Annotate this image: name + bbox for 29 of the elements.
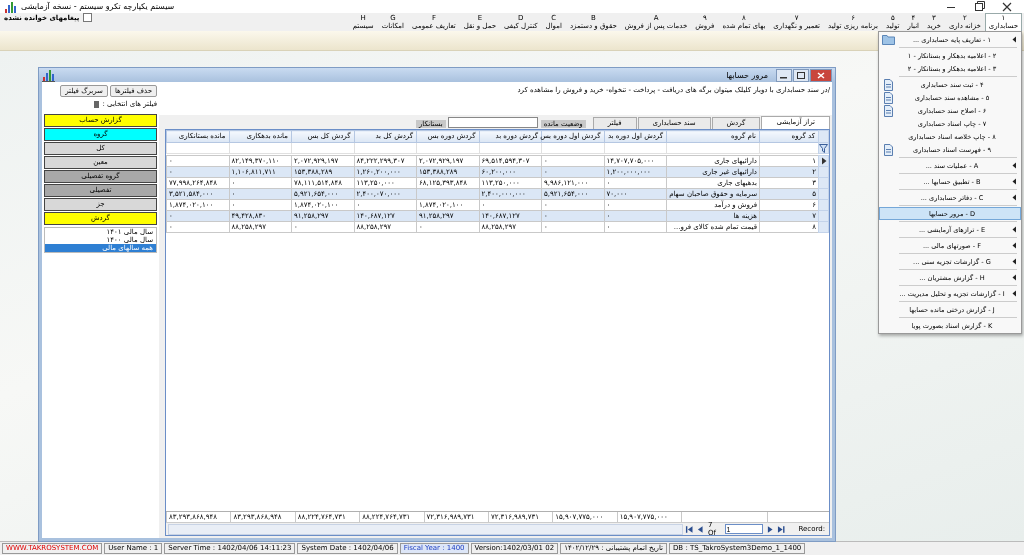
maximize-icon[interactable]: [793, 68, 809, 82]
filter-field[interactable]: [416, 142, 479, 154]
scrollbar[interactable]: [168, 523, 683, 535]
table-cell: [416, 188, 479, 200]
filter-indicator: [94, 100, 100, 108]
app-icon: [42, 68, 55, 82]
filter-icon[interactable]: [819, 143, 828, 153]
filter-field[interactable]: [291, 142, 354, 154]
app-title: سیستم یکپارچه تکرو سیستم - نسخه آزمایشی: [21, 2, 175, 11]
app-icon: [4, 0, 17, 14]
balance-status-field[interactable]: [447, 117, 538, 128]
restore-icon[interactable]: [972, 0, 986, 13]
minimize-icon[interactable]: [776, 68, 792, 82]
filter-field[interactable]: [541, 142, 604, 154]
filter-field[interactable]: [229, 142, 292, 154]
filter-field[interactable]: [666, 142, 760, 154]
filter-field[interactable]: [759, 142, 819, 154]
filter-field[interactable]: [479, 142, 542, 154]
filter-field[interactable]: [166, 142, 229, 154]
filter-field[interactable]: [604, 142, 667, 154]
first-record-icon[interactable]: [685, 524, 694, 534]
row-pointer-icon: [820, 157, 827, 165]
filter-field[interactable]: [354, 142, 417, 154]
close-icon[interactable]: [1000, 0, 1014, 13]
last-record-icon[interactable]: [777, 524, 786, 534]
checkbox[interactable]: [82, 13, 92, 22]
next-record-icon[interactable]: [765, 524, 775, 534]
previous-record-icon[interactable]: [696, 524, 705, 534]
window-title: مرور حسابها: [726, 70, 768, 80]
